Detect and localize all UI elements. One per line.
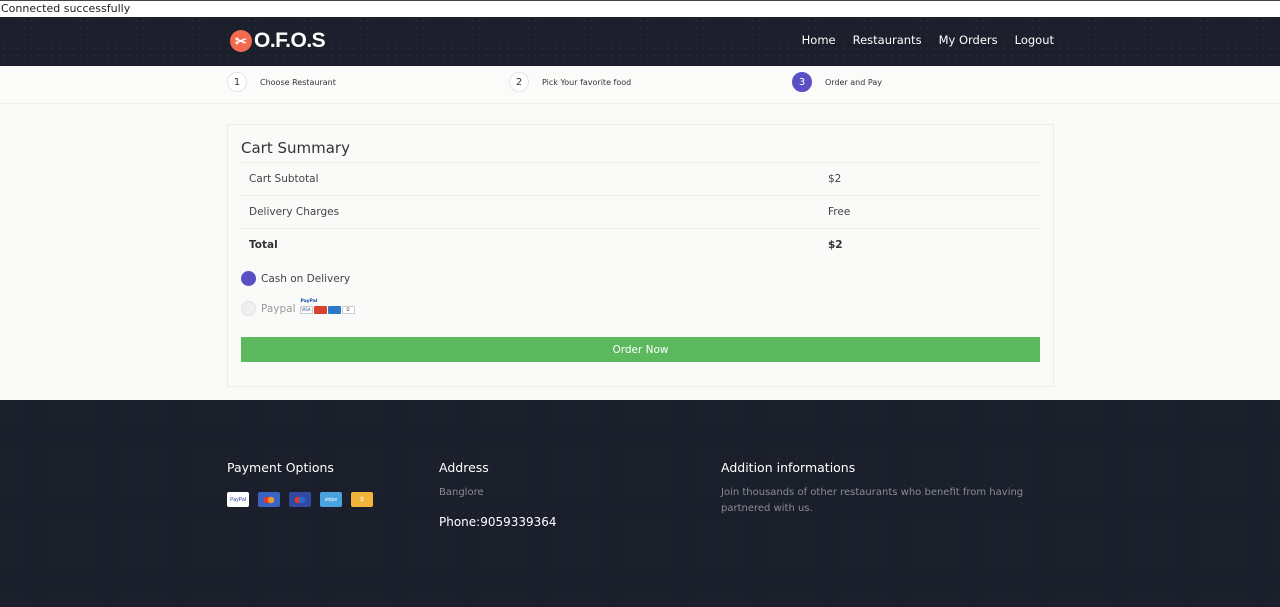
address-text: Banglore <box>439 487 484 498</box>
discover-icon: D <box>341 305 355 314</box>
mastercard-icon <box>313 305 327 314</box>
cart-subtotal-row: Cart Subtotal $2 <box>241 162 1040 195</box>
row-label: Delivery Charges <box>249 206 340 218</box>
row-value: $2 <box>828 173 842 185</box>
logo[interactable]: ✂ O.F.O.S <box>230 29 326 53</box>
step-label: Pick Your favorite food <box>542 77 632 87</box>
nav-home[interactable]: Home <box>802 33 836 47</box>
payment-label: Paypal <box>261 302 296 315</box>
payment-label: Cash on Delivery <box>261 272 351 285</box>
step-label: Choose Restaurant <box>260 77 336 87</box>
payment-paypal[interactable]: Paypal PayPal VISA D <box>241 299 355 316</box>
footer-info: Addition informations Join thousands of … <box>721 460 1051 517</box>
logo-text: O.F.O.S <box>254 29 326 52</box>
visa-icon: VISA <box>299 305 313 314</box>
total-row: Total $2 <box>241 228 1040 261</box>
stripe-icon: stripe <box>320 492 342 507</box>
footer-heading: Addition informations <box>721 460 856 475</box>
footer-payment-options: Payment Options PayPal stripe ₿ <box>227 460 373 507</box>
bitcoin-icon: ₿ <box>351 492 373 507</box>
nav-my-orders[interactable]: My Orders <box>939 33 998 47</box>
maestro-icon <box>289 492 311 507</box>
amex-icon <box>327 305 341 314</box>
order-now-button[interactable]: Order Now <box>241 337 1040 362</box>
nav-logout[interactable]: Logout <box>1015 33 1054 47</box>
footer-address: Address Banglore Phone:9059339364 <box>439 460 557 529</box>
phone-number: Phone:9059339364 <box>439 515 557 529</box>
fork-knife-icon: ✂ <box>230 30 252 52</box>
step-number: 2 <box>509 72 529 92</box>
nav-restaurants[interactable]: Restaurants <box>853 33 922 47</box>
connection-status: Connected successfully <box>0 0 1280 17</box>
step-choose-restaurant: 1 Choose Restaurant <box>227 72 336 92</box>
radio-unselected[interactable] <box>241 301 256 316</box>
row-value: $2 <box>828 239 843 251</box>
footer-heading: Address <box>439 460 489 475</box>
row-value: Free <box>828 206 851 218</box>
step-order-pay: 3 Order and Pay <box>792 72 882 92</box>
step-label: Order and Pay <box>825 77 882 87</box>
info-text: Join thousands of other restaurants who … <box>721 487 1024 514</box>
row-label: Total <box>249 239 278 251</box>
navbar: ✂ O.F.O.S Home Restaurants My Orders Log… <box>0 17 1280 66</box>
payment-cash-on-delivery[interactable]: Cash on Delivery <box>241 271 350 286</box>
step-number: 1 <box>227 72 247 92</box>
order-steps: 1 Choose Restaurant 2 Pick Your favorite… <box>0 66 1280 104</box>
step-number: 3 <box>792 72 812 92</box>
footer-heading: Payment Options <box>227 460 334 475</box>
mastercard-icon <box>258 492 280 507</box>
paypal-logo: PayPal <box>300 298 318 304</box>
nav-links: Home Restaurants My Orders Logout <box>802 33 1054 47</box>
cart-summary-title: Cart Summary <box>241 139 350 157</box>
delivery-charges-row: Delivery Charges Free <box>241 195 1040 228</box>
paypal-card-badges: PayPal VISA D <box>299 299 355 314</box>
radio-selected[interactable] <box>241 271 256 286</box>
footer: Payment Options PayPal stripe ₿ Address … <box>0 400 1280 607</box>
cart-summary-card: Cart Summary Cart Subtotal $2 Delivery C… <box>227 124 1054 387</box>
row-label: Cart Subtotal <box>249 173 319 185</box>
step-pick-food: 2 Pick Your favorite food <box>509 72 631 92</box>
payment-card-icons: PayPal stripe ₿ <box>227 492 373 507</box>
paypal-icon: PayPal <box>227 492 249 507</box>
